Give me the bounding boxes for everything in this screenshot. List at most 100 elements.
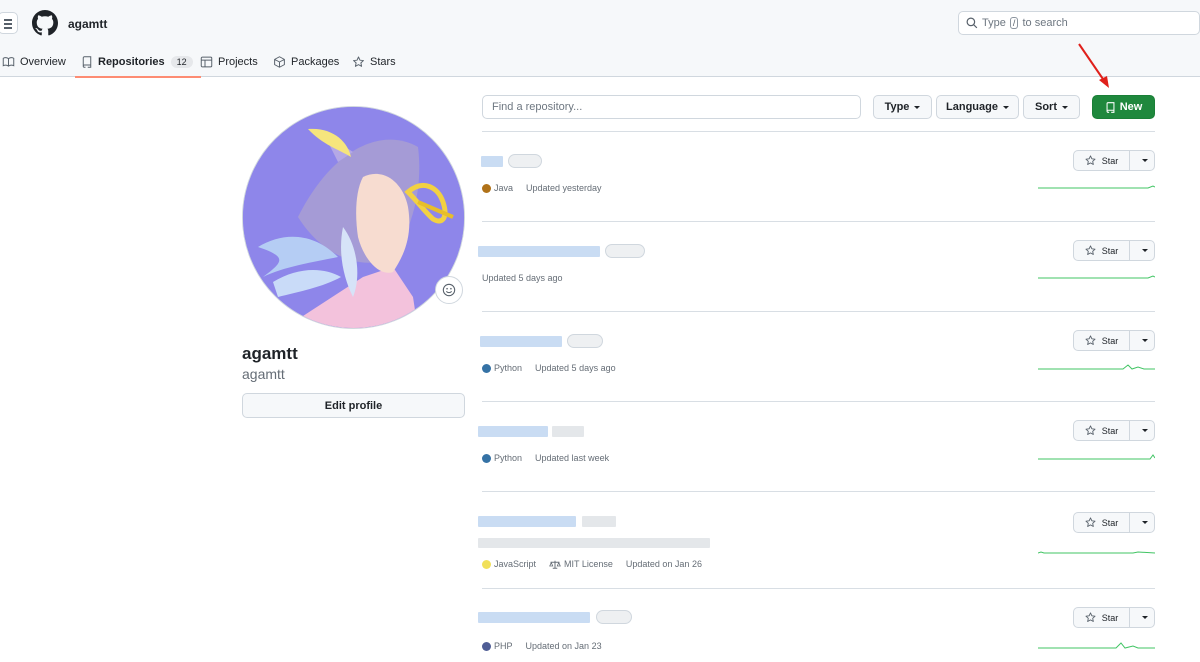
edit-profile-button[interactable]: Edit profile [242, 393, 465, 418]
sort-button[interactable]: Sort [1023, 95, 1080, 119]
table-icon [200, 56, 213, 67]
list-divider [482, 131, 1155, 132]
star-button[interactable]: Star [1073, 240, 1155, 261]
repo-language: Python [494, 363, 523, 373]
visibility-badge-redacted [596, 610, 632, 624]
activity-sparkline [1038, 364, 1155, 370]
caret-down-icon [914, 105, 921, 109]
repo-icon [82, 55, 92, 68]
activity-sparkline [1038, 551, 1155, 554]
repo-meta: Updated 5 days ago [482, 273, 563, 283]
repo-meta: Python Updated last week [482, 453, 609, 463]
star-toggle[interactable]: Star [1074, 513, 1130, 532]
profile-login: agamtt [242, 366, 285, 382]
repo-name-redacted[interactable] [480, 336, 562, 347]
search-placeholder: Type / to search [982, 17, 1068, 29]
caret-down-icon [1002, 105, 1009, 109]
smiley-icon [442, 283, 456, 297]
list-divider [482, 491, 1155, 492]
visibility-badge-redacted [552, 426, 584, 437]
star-button[interactable]: Star [1073, 607, 1155, 628]
star-toggle[interactable]: Star [1074, 151, 1130, 170]
repo-updated: Updated 5 days ago [535, 363, 616, 373]
caret-down-icon [1141, 429, 1148, 432]
menu-icon[interactable] [0, 12, 18, 34]
repo-meta: JavaScript MIT License Updated on Jan 26 [482, 559, 702, 569]
avatar[interactable] [242, 106, 465, 329]
repo-name-redacted[interactable] [478, 246, 600, 257]
tab-packages[interactable]: Packages [273, 46, 339, 77]
star-button[interactable]: Star [1073, 330, 1155, 351]
repo-language: PHP [494, 641, 513, 651]
repo-license[interactable]: MIT License [564, 559, 613, 569]
tab-stars[interactable]: Stars [352, 46, 396, 77]
new-repository-button[interactable]: New [1092, 95, 1155, 119]
star-list-dropdown[interactable] [1130, 513, 1154, 532]
star-toggle[interactable]: Star [1074, 331, 1130, 350]
star-icon [1085, 425, 1096, 435]
star-icon [1085, 245, 1096, 255]
language-filter-button[interactable]: Language [936, 95, 1019, 119]
tab-projects[interactable]: Projects [200, 46, 258, 77]
repo-meta: Python Updated 5 days ago [482, 363, 616, 373]
profile-name: agamtt [242, 344, 298, 363]
slash-key-hint: / [1009, 17, 1019, 29]
activity-sparkline [1038, 275, 1155, 279]
find-repository-input[interactable]: Find a repository... [482, 95, 861, 119]
language-color-dot [482, 453, 491, 463]
star-button[interactable]: Star [1073, 420, 1155, 441]
language-color-dot [482, 183, 491, 193]
language-color-dot [482, 363, 491, 373]
caret-down-icon [1141, 339, 1148, 342]
set-status-button[interactable] [435, 276, 463, 304]
star-list-dropdown[interactable] [1130, 241, 1154, 260]
repo-name-redacted[interactable] [478, 516, 576, 527]
repo-meta: Java Updated yesterday [482, 183, 602, 193]
repo-updated: Updated yesterday [526, 183, 602, 193]
repositories-count-badge: 12 [170, 55, 193, 68]
repo-updated: Updated on Jan 23 [525, 641, 602, 651]
tab-overview[interactable]: Overview [2, 46, 66, 77]
header-username[interactable]: agamtt [68, 17, 107, 31]
activity-sparkline [1038, 642, 1155, 649]
repo-name-redacted[interactable] [478, 426, 548, 437]
repo-name-redacted[interactable] [481, 156, 503, 167]
star-icon [1085, 155, 1096, 165]
search-input[interactable]: Type / to search [958, 11, 1200, 35]
tab-repositories[interactable]: Repositories 12 [75, 46, 201, 78]
caret-down-icon [1141, 616, 1148, 619]
star-list-dropdown[interactable] [1130, 331, 1154, 350]
github-logo-icon[interactable] [32, 10, 58, 36]
star-list-dropdown[interactable] [1130, 608, 1154, 627]
star-toggle[interactable]: Star [1074, 241, 1130, 260]
language-color-dot [482, 641, 491, 651]
star-button[interactable]: Star [1073, 150, 1155, 171]
star-toggle[interactable]: Star [1074, 608, 1130, 627]
avatar-illustration [243, 107, 464, 328]
star-list-dropdown[interactable] [1130, 421, 1154, 440]
annotation-arrow [1078, 43, 1109, 88]
repo-updated: Updated last week [535, 453, 610, 463]
star-button[interactable]: Star [1073, 512, 1155, 533]
repo-language: Java [494, 183, 514, 193]
repo-description-redacted [478, 538, 710, 548]
star-list-dropdown[interactable] [1130, 151, 1154, 170]
list-divider [482, 588, 1155, 589]
type-filter-button[interactable]: Type [873, 95, 932, 119]
repo-name-redacted[interactable] [478, 612, 590, 623]
visibility-badge-redacted [582, 516, 616, 527]
activity-sparkline [1038, 454, 1155, 460]
activity-sparkline [1038, 185, 1155, 189]
star-icon [1085, 335, 1096, 345]
list-divider [482, 221, 1155, 222]
list-divider [482, 311, 1155, 312]
profile-tabs: Overview Repositories 12 Projects Packag… [0, 46, 1200, 78]
repo-updated: Updated 5 days ago [482, 273, 563, 283]
caret-down-icon [1062, 105, 1068, 109]
caret-down-icon [1141, 521, 1148, 524]
language-color-dot [482, 559, 491, 569]
star-toggle[interactable]: Star [1074, 421, 1130, 440]
repo-language: Python [494, 453, 523, 463]
law-icon [549, 560, 561, 569]
star-icon [353, 55, 364, 67]
